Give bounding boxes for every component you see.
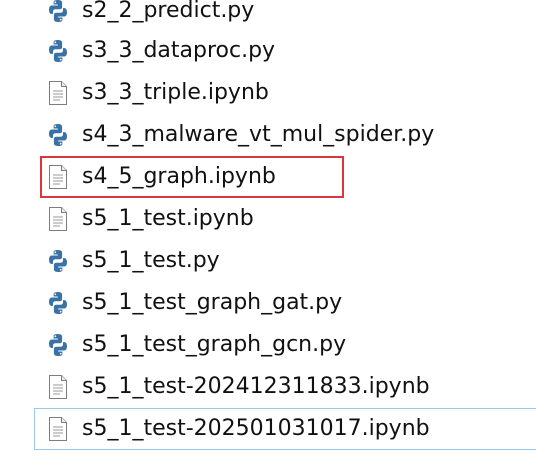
file-list-item[interactable]: s5_1_test.py [0,240,536,282]
file-list-item[interactable]: s2_2_predict.py [0,0,536,32]
file-name-label: s5_1_test_graph_gat.py [82,290,343,315]
file-list: s2_2_predict.py s3_3_dataproc.py s3_3_trip… [0,0,536,461]
python-file-icon [44,247,72,275]
python-file-icon [44,289,72,317]
document-file-icon [44,205,72,233]
document-file-icon [44,79,72,107]
file-name-label: s4_5_graph.ipynb [82,164,276,189]
file-list-item[interactable]: s4_5_graph.ipynb [40,156,344,198]
file-name-label: s3_3_triple.ipynb [82,80,269,105]
file-name-label: s4_3_malware_vt_mul_spider.py [82,122,435,147]
file-name-label: s2_2_predict.py [82,0,255,23]
file-list-item[interactable]: s5_1_test_graph_gcn.py [0,324,536,366]
document-file-icon [44,373,72,401]
file-list-item[interactable]: s5_1_test.ipynb [0,198,536,240]
file-list-item[interactable]: s3_3_triple.ipynb [0,72,536,114]
file-list-item[interactable]: s4_3_malware_vt_mul_spider.py [0,114,536,156]
file-name-label: s5_1_test.py [82,248,220,273]
file-name-label: s5_1_test-202501031017.ipynb [82,416,430,441]
file-name-label: s3_3_dataproc.py [82,38,276,63]
file-name-label: s5_1_test_graph_gcn.py [82,332,347,357]
file-name-label: s5_1_test.ipynb [82,206,254,231]
file-list-item[interactable]: s5_1_test-202412311833.ipynb [0,366,536,408]
python-file-icon [44,121,72,149]
python-file-icon [44,0,72,25]
file-list-item[interactable]: s5_1_test_graph_gat.py [0,282,536,324]
document-file-icon [44,163,72,191]
python-file-icon [44,37,72,65]
document-file-icon [44,415,72,443]
file-list-item[interactable]: s3_3_dataproc.py [0,30,536,72]
python-file-icon [44,331,72,359]
file-list-item[interactable]: s5_1_test-202501031017.ipynb [34,408,536,450]
file-name-label: s5_1_test-202412311833.ipynb [82,374,430,399]
